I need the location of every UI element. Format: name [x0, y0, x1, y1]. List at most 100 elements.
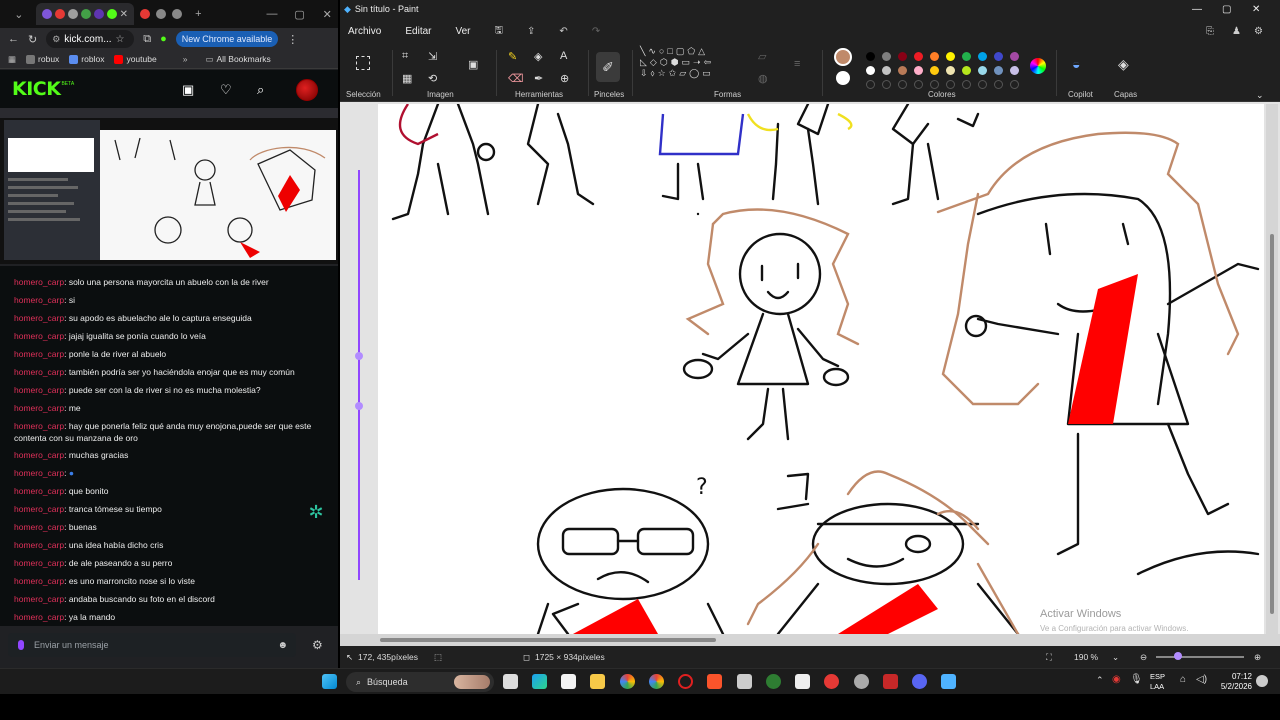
opera-icon[interactable]: [678, 674, 693, 689]
tray-chevron-icon[interactable]: ⌃: [1096, 675, 1104, 686]
color-swatch[interactable]: [994, 52, 1003, 61]
volume-icon[interactable]: ◁): [1196, 674, 1207, 685]
taskbar-search[interactable]: ⌕ Búsqueda: [346, 672, 494, 692]
chat-username[interactable]: homero_carp: [14, 522, 64, 532]
color-swatch[interactable]: [898, 66, 907, 75]
update-button[interactable]: New Chrome available: [175, 31, 279, 47]
paint-close-icon[interactable]: ✕: [1252, 4, 1260, 15]
color-swatch[interactable]: [994, 80, 1003, 89]
color-swatch[interactable]: [978, 80, 987, 89]
rotate-icon[interactable]: ⟲: [428, 72, 437, 85]
fit-icon[interactable]: ⛶: [1046, 652, 1052, 663]
horizontal-scrollbar[interactable]: [340, 634, 1280, 646]
color-swatch[interactable]: [914, 80, 923, 89]
menu-icon[interactable]: ⋮: [287, 33, 298, 46]
color-swatch[interactable]: [898, 52, 907, 61]
color-swatch[interactable]: [930, 80, 939, 89]
scrollbar-thumb[interactable]: [1270, 234, 1274, 614]
bookmark-roblox[interactable]: roblox: [69, 54, 104, 64]
task-view-icon[interactable]: [503, 674, 518, 689]
chat-username[interactable]: homero_carp: [14, 540, 64, 550]
color-swatch[interactable]: [930, 66, 939, 75]
color-swatch[interactable]: [946, 66, 955, 75]
color-swatch[interactable]: [882, 66, 891, 75]
discord-icon[interactable]: [912, 674, 927, 689]
redo-icon[interactable]: ↷: [592, 26, 600, 37]
language-indicator[interactable]: ESP LAA: [1150, 672, 1165, 692]
color-swatch[interactable]: [978, 52, 987, 61]
network-icon[interactable]: ⌂: [1180, 674, 1186, 685]
shapes-gallery[interactable]: ╲∿○□▢⬠△ ◺◇⬡⬢▭➝⇦ ⇩⬨☆✩▱◯▭: [640, 46, 744, 88]
save-icon[interactable]: 🖫: [495, 23, 504, 40]
stream-player[interactable]: [0, 108, 338, 264]
color-swatch[interactable]: [914, 66, 923, 75]
zoom-dropdown-icon[interactable]: ⌄: [1112, 652, 1119, 663]
extensions-icon[interactable]: ⧉: [143, 33, 151, 46]
reload-icon[interactable]: ↻: [28, 33, 37, 46]
primary-color[interactable]: [834, 48, 852, 66]
edit-colors-icon[interactable]: [1030, 58, 1046, 74]
scrollbar-thumb[interactable]: [380, 638, 716, 642]
paint-active-icon[interactable]: [941, 674, 956, 689]
app-icon-2[interactable]: [883, 674, 898, 689]
minimize-icon[interactable]: —: [261, 8, 283, 20]
image-tools-icon[interactable]: ▣: [468, 58, 478, 71]
chat-username[interactable]: homero_carp: [14, 594, 64, 604]
brush-icon[interactable]: ✐: [596, 52, 620, 82]
capcut-icon[interactable]: [795, 674, 810, 689]
start-icon[interactable]: [322, 674, 337, 689]
edge-icon[interactable]: [532, 674, 547, 689]
slider-thumb[interactable]: [355, 402, 363, 410]
color-swatch[interactable]: [946, 80, 955, 89]
settings-taskbar-icon[interactable]: [854, 674, 869, 689]
kick-extension-icon[interactable]: ●: [160, 33, 167, 45]
tab-favicon[interactable]: [140, 9, 150, 19]
file-explorer-icon[interactable]: [590, 674, 605, 689]
color-swatch[interactable]: [930, 52, 939, 61]
paint-minimize-icon[interactable]: —: [1192, 4, 1202, 15]
bookmark-robux[interactable]: robux: [26, 54, 59, 64]
chat-bot-icon[interactable]: ✲: [304, 502, 328, 526]
search-icon[interactable]: ⌕: [257, 82, 264, 98]
settings-icon[interactable]: ⚙: [1254, 26, 1263, 37]
star-icon[interactable]: ☆: [116, 34, 125, 45]
chat-input[interactable]: Enviar un mensaje ☻: [8, 633, 296, 657]
selection-icon[interactable]: [356, 56, 370, 70]
secondary-color[interactable]: [836, 71, 850, 85]
color-swatch[interactable]: [914, 52, 923, 61]
chat-username[interactable]: homero_carp: [14, 367, 64, 377]
zoom-out-icon[interactable]: ⊖: [1140, 652, 1147, 663]
browse-icon[interactable]: ▣: [182, 82, 194, 98]
share-icon[interactable]: ⇪: [527, 26, 535, 37]
chat-username[interactable]: homero_carp: [14, 385, 64, 395]
chat-username[interactable]: homero_carp: [14, 576, 64, 586]
color-swatch[interactable]: [866, 66, 875, 75]
notification-icon[interactable]: [1256, 675, 1268, 687]
tab-close-icon[interactable]: ✕: [120, 9, 128, 20]
drawing-canvas[interactable]: ?: [378, 104, 1264, 634]
chat-username[interactable]: homero_carp: [14, 313, 64, 323]
color-swatch[interactable]: [994, 66, 1003, 75]
select-all-icon[interactable]: ▦: [402, 72, 412, 85]
more-bookmarks-icon[interactable]: »: [183, 54, 188, 64]
chat-username[interactable]: homero_carp: [14, 277, 64, 287]
chat-username[interactable]: homero_carp: [14, 612, 64, 622]
color-swatch[interactable]: [946, 52, 955, 61]
avatar[interactable]: [296, 79, 318, 101]
chrome-icon[interactable]: [620, 674, 635, 689]
app-icon[interactable]: [766, 674, 781, 689]
new-tab-icon[interactable]: +: [188, 8, 210, 20]
color-swatch[interactable]: [1010, 80, 1019, 89]
chat-settings-icon[interactable]: ⚙: [312, 638, 323, 652]
brave-icon[interactable]: [707, 674, 722, 689]
account-icon[interactable]: ♟: [1232, 26, 1241, 37]
kick-logo[interactable]: KICK: [12, 78, 61, 100]
color-swatch[interactable]: [1010, 52, 1019, 61]
tab-active[interactable]: ✕: [35, 3, 135, 25]
vertical-scrollbar[interactable]: [1266, 104, 1278, 634]
resize-icon[interactable]: ⇲: [428, 50, 437, 63]
color-swatch[interactable]: [962, 52, 971, 61]
chat-mic-icon[interactable]: [18, 640, 24, 650]
chat-username[interactable]: homero_carp: [14, 450, 64, 460]
chat-username[interactable]: homero_carp: [14, 468, 64, 478]
